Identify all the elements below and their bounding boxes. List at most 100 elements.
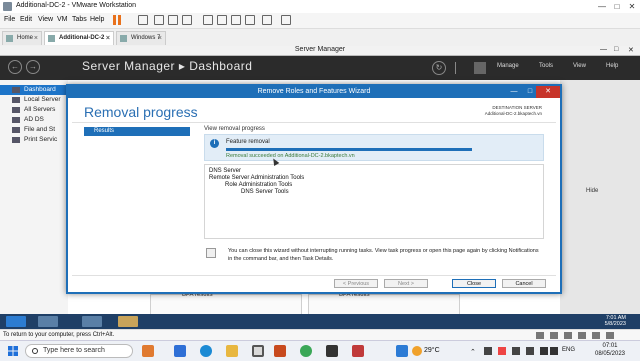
progress-bar-fill [226, 148, 472, 151]
sm-maximize-icon[interactable]: □ [614, 46, 618, 53]
cancel-button[interactable]: Cancel [502, 279, 546, 288]
guest-server-manager-icon[interactable] [38, 316, 58, 327]
app-icon[interactable] [142, 345, 154, 357]
search-input[interactable]: Type here to search [25, 344, 133, 358]
back-arrow-icon[interactable]: ← [8, 60, 22, 74]
office-icon[interactable] [274, 345, 286, 357]
chrome-icon[interactable] [300, 345, 312, 357]
app-icon[interactable] [396, 345, 408, 357]
tab-home[interactable]: Home × [2, 31, 42, 45]
weather-icon[interactable] [412, 346, 422, 356]
unity-icon[interactable] [245, 15, 255, 25]
previous-button[interactable]: < Previous [334, 279, 378, 288]
guest-explorer-icon[interactable] [118, 316, 138, 327]
tab-close-icon[interactable]: × [34, 32, 38, 45]
network-icon[interactable] [540, 347, 548, 355]
guest-taskbar: 7:01 AM 5/8/2023 [0, 314, 640, 329]
menu-sm-view[interactable]: View [573, 63, 586, 69]
device-icon[interactable] [592, 332, 600, 339]
tray-icon[interactable] [484, 347, 492, 355]
menu-edit[interactable]: Edit [20, 16, 32, 23]
next-button[interactable]: Next > [384, 279, 428, 288]
menu-file[interactable]: File [4, 16, 15, 23]
tab-windows-7[interactable]: Windows 7 × [116, 31, 166, 45]
console-icon[interactable] [262, 15, 272, 25]
windows-start-icon[interactable] [8, 346, 18, 356]
tabs-view-icon[interactable] [231, 15, 241, 25]
menu-tools[interactable]: Tools [539, 63, 553, 69]
sm-minimize-icon[interactable]: — [600, 46, 607, 53]
maximize-icon[interactable]: □ [611, 2, 623, 11]
volume-icon[interactable] [550, 347, 558, 355]
device-icon[interactable] [564, 332, 572, 339]
device-icon[interactable] [578, 332, 586, 339]
notifications-flag-icon[interactable] [474, 62, 486, 74]
app-icon[interactable] [352, 345, 364, 357]
menu-vm[interactable]: VM [57, 16, 68, 23]
minimize-icon[interactable]: — [596, 2, 608, 11]
snapshot-manager-icon[interactable] [182, 15, 192, 25]
send-ctrl-alt-del-icon[interactable] [138, 15, 148, 25]
sidebar-item-file-storage[interactable]: File and St [0, 125, 68, 135]
info-icon: i [210, 139, 219, 148]
tray-icon[interactable] [512, 347, 520, 355]
servers-icon [12, 107, 20, 113]
guest-start-button[interactable] [6, 316, 26, 327]
app-icon[interactable] [326, 345, 338, 357]
hide-link[interactable]: Hide [586, 188, 598, 194]
sidebar-item-local-server[interactable]: Local Server [0, 95, 68, 105]
wizard-title: Remove Roles and Features Wizard [257, 88, 371, 95]
fullscreen-icon[interactable] [281, 15, 291, 25]
feature-removal-label: Feature removal [226, 139, 270, 145]
tab-close-icon[interactable]: × [106, 32, 110, 45]
guest-powershell-icon[interactable] [82, 316, 102, 327]
revert-snapshot-icon[interactable] [168, 15, 178, 25]
wizard-minimize-icon[interactable]: — [506, 86, 522, 98]
device-icon[interactable] [550, 332, 558, 339]
wizard-titlebar: Remove Roles and Features Wizard — □ ✕ [68, 86, 560, 98]
library-icon[interactable] [203, 15, 213, 25]
step-results[interactable]: Results [84, 127, 190, 136]
wizard-note: You can close this wizard without interr… [204, 246, 544, 270]
task-view-icon[interactable] [174, 345, 186, 357]
wizard-note-text: You can close this wizard without interr… [228, 248, 539, 262]
thumbnail-icon[interactable] [217, 15, 227, 25]
edge-icon[interactable] [200, 345, 212, 357]
file-explorer-icon[interactable] [226, 345, 238, 357]
vmware-icon[interactable] [252, 345, 264, 357]
tray-icon[interactable] [498, 347, 506, 355]
wizard-close-icon[interactable]: ✕ [536, 86, 560, 98]
sidebar-item-all-servers[interactable]: All Servers [0, 105, 68, 115]
chevron-up-icon[interactable]: ⌃ [470, 348, 476, 356]
weather-temperature[interactable]: 29°C [424, 347, 440, 354]
refresh-icon[interactable]: ↻ [432, 61, 446, 75]
host-clock-date[interactable]: 08/05/2023 [590, 351, 630, 357]
menu-view[interactable]: View [38, 16, 53, 23]
menu-help[interactable]: Help [90, 16, 104, 23]
close-button[interactable]: Close [452, 279, 496, 288]
sidebar-item-ad-ds[interactable]: AD DS [0, 115, 68, 125]
menu-manage[interactable]: Manage [497, 63, 519, 69]
host-clock-time[interactable]: 07:01 [590, 343, 630, 349]
server-manager-sidebar: Dashboard Local Server All Servers AD DS… [0, 80, 69, 314]
close-icon[interactable]: ✕ [626, 2, 638, 11]
vmware-menubar: File Edit View VM Tabs Help [0, 13, 640, 29]
tab-additional-dc-2[interactable]: Additional-DC-2 × [44, 31, 114, 45]
device-icon[interactable] [606, 332, 614, 339]
device-icon[interactable] [536, 332, 544, 339]
language-indicator[interactable]: ENG [562, 347, 575, 353]
menu-sm-help[interactable]: Help [606, 63, 618, 69]
dashboard-icon [12, 87, 20, 93]
pause-icon[interactable] [113, 15, 116, 25]
removal-status-message: Removal succeeded on Additional-DC-2.bka… [226, 153, 355, 159]
sidebar-item-dashboard[interactable]: Dashboard [0, 85, 68, 95]
sm-close-icon[interactable]: ✕ [628, 46, 634, 54]
snapshot-icon[interactable] [154, 15, 164, 25]
tab-close-icon[interactable]: × [158, 32, 162, 45]
sidebar-item-print-services[interactable]: Print Servic [0, 135, 68, 145]
menu-tabs[interactable]: Tabs [72, 16, 87, 23]
tray-icon[interactable] [526, 347, 534, 355]
forward-arrow-icon[interactable]: → [26, 60, 40, 74]
sidebar-item-label: AD DS [24, 116, 44, 123]
search-icon [32, 348, 38, 354]
